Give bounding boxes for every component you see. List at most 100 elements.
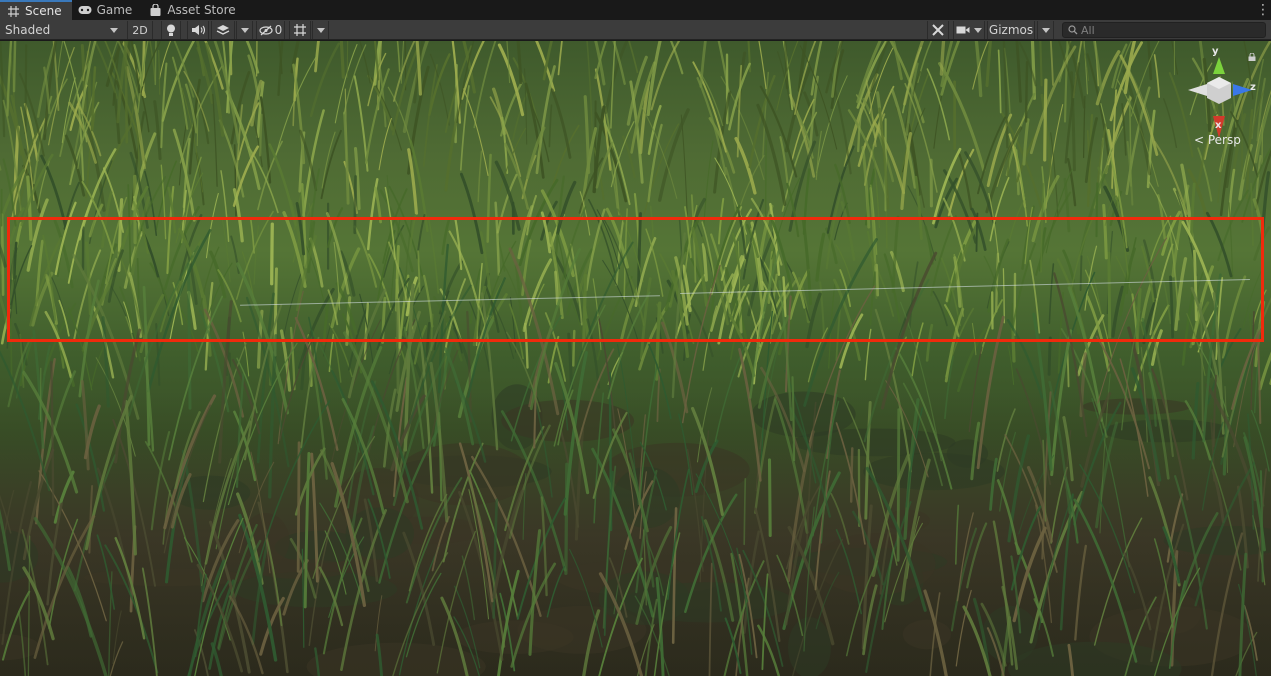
grass-blade: [73, 454, 117, 592]
soil-patch: [792, 428, 956, 457]
grass-blade: [258, 113, 263, 157]
lighting-toggle-button[interactable]: [161, 21, 181, 39]
tools-button[interactable]: [927, 21, 949, 39]
lock-icon[interactable]: [1248, 53, 1256, 61]
grass-blade: [109, 641, 124, 676]
grass-blade: [954, 504, 960, 565]
tab-asset-store[interactable]: Asset Store: [142, 0, 245, 20]
more-options-icon[interactable]: ⋮: [1255, 0, 1271, 20]
scene-viewport[interactable]: [0, 41, 1271, 676]
gizmo-x-label: x: [1215, 120, 1222, 131]
audio-toggle-button[interactable]: [187, 21, 209, 39]
grass-blade: [950, 527, 978, 632]
tab-scene[interactable]: Scene: [0, 0, 72, 20]
tab-game[interactable]: Game: [72, 0, 143, 20]
grass-blade: [703, 140, 714, 227]
highlight-rectangle: [7, 217, 1264, 342]
grass-blade: [153, 100, 162, 161]
grass-blade: [583, 95, 591, 174]
grass-blade: [160, 62, 168, 149]
effects-toggle-button[interactable]: [211, 21, 235, 39]
search-field[interactable]: [1062, 22, 1266, 38]
camera-icon: [956, 26, 970, 34]
grass-blade: [321, 131, 336, 189]
camera-settings-button[interactable]: [953, 21, 985, 39]
grass-blade: [296, 441, 301, 573]
projection-toggle[interactable]: < Persp: [1194, 133, 1241, 147]
grass-blade: [1066, 350, 1070, 388]
hidden-objects-toggle[interactable]: 0: [256, 21, 285, 39]
grass-blade: [524, 68, 528, 145]
wrench-icon: [932, 24, 944, 36]
grass-blade: [996, 408, 1016, 472]
grass-blade: [24, 44, 28, 135]
grass-blade: [1261, 119, 1264, 165]
search-icon: [1068, 25, 1078, 35]
draw-mode-dropdown[interactable]: Shaded: [2, 21, 122, 39]
grass-blade: [402, 531, 436, 646]
grid-toggle-button[interactable]: [289, 21, 311, 39]
effects-dropdown-button[interactable]: [236, 21, 253, 39]
grid-dropdown-button[interactable]: [312, 21, 329, 39]
grass-blade: [90, 66, 97, 132]
grass-blade: [320, 129, 342, 200]
grass-blade: [977, 116, 1006, 195]
grass-blade: [1024, 60, 1029, 123]
grass-blade: [966, 522, 988, 589]
speaker-icon: [192, 25, 205, 35]
grass-blade: [516, 497, 566, 620]
hidden-count: 0: [274, 23, 283, 37]
gamepad-icon: [78, 4, 92, 16]
layers-icon: [216, 25, 230, 35]
lightbulb-icon: [167, 24, 175, 36]
grass-terrain-render: [0, 41, 1271, 676]
grass-blade: [1093, 41, 1103, 94]
chevron-down-icon: [1041, 27, 1050, 33]
grass-blade: [0, 164, 2, 171]
grass-blade: [1005, 92, 1036, 176]
grass-blade: [734, 136, 757, 195]
grass-blade: [997, 49, 1002, 114]
shopping-bag-icon: [148, 4, 162, 16]
toggle-2d-button[interactable]: 2D: [127, 21, 153, 39]
draw-mode-value: Shaded: [5, 23, 51, 37]
soil-patch: [902, 619, 952, 650]
tab-scene-label: Scene: [25, 4, 62, 18]
grass-blade: [985, 41, 993, 87]
grass-blade: [1015, 41, 1022, 103]
grass-blade: [154, 41, 157, 86]
chevron-down-icon: [240, 27, 249, 33]
grass-blade: [767, 458, 772, 538]
grass-blade: [743, 477, 747, 546]
grass-blade: [346, 41, 349, 79]
grass-blade: [428, 53, 451, 116]
grass-blade: [1162, 98, 1178, 149]
gizmos-dropdown-button[interactable]: [1037, 21, 1054, 39]
grass-blade: [696, 76, 727, 176]
grid-snap-icon: [294, 24, 306, 36]
grass-blade: [974, 41, 983, 98]
grass-blade: [1059, 493, 1074, 631]
search-input[interactable]: [1081, 23, 1261, 37]
grass-blade: [1049, 41, 1054, 86]
grass-blade: [57, 41, 64, 78]
grass-blade: [810, 41, 823, 96]
soil-patch: [398, 443, 531, 506]
grass-blade: [567, 332, 574, 390]
grass-blade: [764, 139, 767, 222]
grass-blade: [557, 41, 563, 76]
grass-blade: [161, 41, 196, 122]
grass-blade: [245, 41, 260, 74]
grass-blade: [149, 41, 156, 82]
grass-blade: [564, 462, 569, 576]
grass-blade: [648, 343, 672, 420]
grass-blade: [309, 42, 341, 118]
grass-blade: [367, 74, 394, 131]
grass-blade: [955, 589, 972, 667]
tab-asset-store-label: Asset Store: [167, 3, 236, 17]
gizmo-y-label: y: [1212, 46, 1219, 57]
gizmos-button[interactable]: Gizmos: [987, 21, 1035, 39]
chevron-down-icon: [316, 27, 325, 33]
grass-blade: [12, 41, 17, 93]
grass-blade: [1095, 421, 1119, 529]
